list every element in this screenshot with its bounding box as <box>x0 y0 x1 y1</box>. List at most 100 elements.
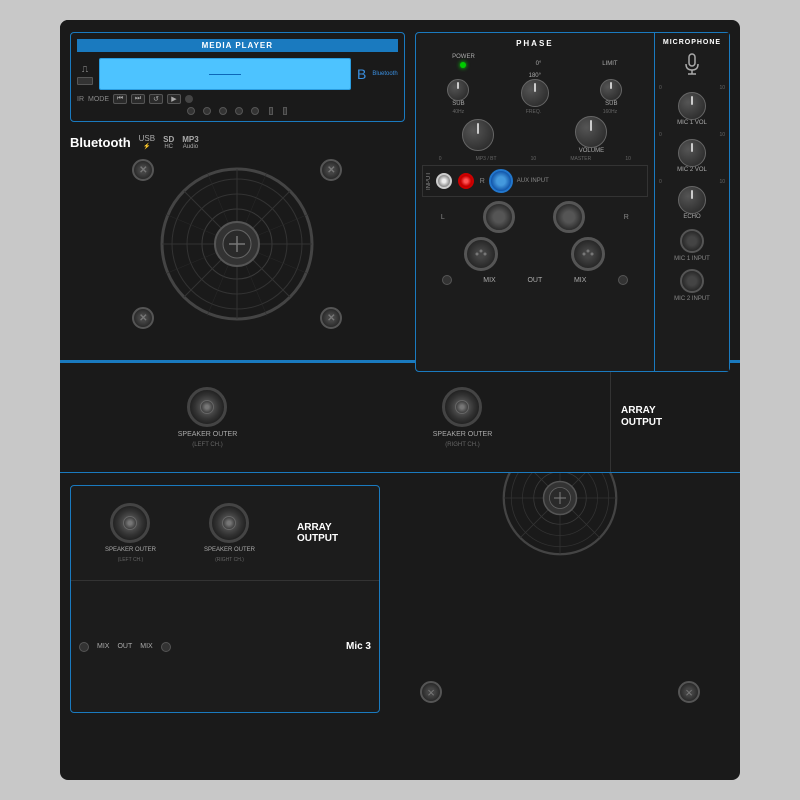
mic3-area: Mic 3 <box>346 641 371 652</box>
freq-label: FREQ. <box>526 109 541 115</box>
echo-label: ECHO <box>683 214 700 220</box>
microphone-icon-area <box>659 52 725 81</box>
lcd-display: ―――― <box>99 58 351 90</box>
bluetooth-features: Bluetooth USB ⚡ SD HC MP3 Audio <box>60 130 415 154</box>
left-panel: MEDIA PLAYER ⎍ ―――― B Bluetooth <box>60 20 415 360</box>
bottom-out-label: OUT <box>117 643 132 650</box>
play-btn[interactable]: ▶ <box>167 94 181 104</box>
speaker-outer-left-group: SPEAKER OUTER (LEFT CH.) <box>178 387 238 448</box>
bottom-mix-label2: MIX <box>140 643 152 650</box>
sub-label-right: SUB <box>605 101 617 107</box>
bottom-speaker-right: SPEAKER OUTER (RIGHT CH.) <box>204 503 255 563</box>
phase-title: PHASE <box>422 39 648 48</box>
bottom-speaker-left-label: SPEAKER OUTER <box>105 547 156 553</box>
l-jack-label: L <box>441 214 445 221</box>
xlr-right-group <box>571 237 605 271</box>
mic1-input-jack <box>680 229 704 253</box>
screw-x-icon: ✕ <box>327 165 335 176</box>
array-output-section: SPEAKER OUTER (LEFT CH.) SPEAKER OUTER (… <box>60 362 740 472</box>
mode-dot-1[interactable] <box>187 107 195 115</box>
echo-knob[interactable] <box>678 186 706 214</box>
media-player-inner: ⎍ ―――― B Bluetooth <box>77 58 398 90</box>
array-output-label: ARRAY OUTPUT <box>621 405 730 429</box>
phase180-knob[interactable] <box>521 79 549 107</box>
bottom-right-area: SPEAKER OUTER (LEFT CH.) SPEAKER OUTER (… <box>60 473 380 713</box>
bottom-screw-tl: ✕ <box>678 681 700 703</box>
sub-knob-right[interactable] <box>600 79 622 101</box>
mode-dot-5[interactable] <box>251 107 259 115</box>
speaker-outer-left-label: SPEAKER OUTER <box>178 431 238 438</box>
mode-dot-2[interactable] <box>203 107 211 115</box>
speaker-outer-left-ch: (LEFT CH.) <box>192 442 223 448</box>
bottom-array-section: SPEAKER OUTER (LEFT CH.) SPEAKER OUTER (… <box>71 486 379 581</box>
volume-knob[interactable] <box>575 116 607 148</box>
echo-knob-group: ECHO <box>659 186 725 220</box>
freq-scale-low: 40Hz <box>453 109 465 115</box>
mic3-label: Mic 3 <box>346 641 371 652</box>
mic2-vol-knob[interactable] <box>678 139 706 167</box>
vol-scale-0: 0 <box>439 156 442 162</box>
bottom-speaker-right-ch: (RIGHT CH.) <box>215 557 244 563</box>
screw-bottom-right: ✕ <box>320 307 342 329</box>
mic1-scale-0: 0 <box>659 85 662 91</box>
fan-svg <box>157 164 317 324</box>
bottom-mix-label: MIX <box>97 643 109 650</box>
mode-dot-4[interactable] <box>235 107 243 115</box>
bottom-speaker-right-label: SPEAKER OUTER <box>204 547 255 553</box>
bottom-speaker-left: SPEAKER OUTER (LEFT CH.) <box>105 503 156 563</box>
speaker-outer-right-ch: (RIGHT CH.) <box>445 442 480 448</box>
bottom-array-label: ARRAYOUTPUT <box>297 522 371 544</box>
bottom-screw-tr: ✕ <box>420 681 442 703</box>
next-btn[interactable]: ⏭ <box>131 94 145 104</box>
prev-btn[interactable]: ⏮ <box>113 94 127 104</box>
power-indicator: POWER <box>452 54 475 68</box>
bottom-right-inner: SPEAKER OUTER (LEFT CH.) SPEAKER OUTER (… <box>70 485 380 713</box>
bottom-mirror: ✕ ✕ <box>60 473 740 713</box>
mode-dot-6[interactable] <box>269 107 273 115</box>
screw-x-icon: ✕ <box>139 165 147 176</box>
bottom-speaker-jack-right <box>209 503 249 543</box>
mic1-vol-group: MIC 1 VOL <box>659 92 725 126</box>
bottom-content: SPEAKER OUTER (LEFT CH.) SPEAKER OUTER (… <box>71 486 379 712</box>
bottom-mix-section: MIX OUT MIX Mic 3 <box>71 581 379 712</box>
speaker-jack-inner-right <box>455 400 469 414</box>
echo-scale-10: 10 <box>719 179 725 185</box>
mic1-scale-10: 10 <box>719 85 725 91</box>
volume-knob-group: VOLUME <box>575 116 607 154</box>
mix-dot-left <box>442 275 452 285</box>
bottom-mix-dot-right <box>161 642 171 652</box>
vol-scale-10: 10 <box>531 156 537 162</box>
array-output-label-area: ARRAY OUTPUT <box>610 363 740 472</box>
rca-white-jack <box>436 173 452 189</box>
mode-dot-3[interactable] <box>219 107 227 115</box>
sub-knob-left[interactable] <box>447 79 469 101</box>
fan-assembly <box>157 164 317 324</box>
sub-knob-left-group: SUB <box>447 79 469 107</box>
bluetooth-label-right: Bluetooth <box>372 71 397 77</box>
bottom-speaker-jack-inner-left <box>123 516 137 530</box>
fan-svg-bottom <box>480 473 640 558</box>
zero-degree: 0° <box>536 52 542 70</box>
mic2-vol-label: MIC 2 VOL <box>677 167 707 173</box>
volume-label: VOLUME <box>579 148 604 154</box>
aux-input-label: AUX INPUT <box>517 178 549 184</box>
bottom-fan-partial <box>480 473 640 558</box>
mode-dot-7[interactable] <box>283 107 287 115</box>
out-label: OUT <box>527 277 542 284</box>
speaker-outer-left-jack <box>187 387 227 427</box>
repeat-btn[interactable]: ↺ <box>149 94 163 104</box>
freq-knob[interactable] <box>462 119 494 151</box>
freq-knob-group <box>462 119 494 151</box>
mic2-input-group: MIC 2 INPUT <box>659 266 725 302</box>
microphone-section: MICROPHONE 0 10 <box>654 33 729 371</box>
phase180-knob-group: 180° <box>521 73 549 107</box>
ir-label: IR <box>77 96 84 103</box>
bottom-left-area: ✕ ✕ <box>380 473 740 713</box>
echo-scale-0: 0 <box>659 179 662 185</box>
mix-dot-right <box>618 275 628 285</box>
mic1-vol-knob[interactable] <box>678 92 706 120</box>
bottom-speaker-jack-left <box>110 503 150 543</box>
bluetooth-logo: B <box>357 66 366 82</box>
sub-knob-right-group: SUB <box>600 79 622 107</box>
xlr-right-jack <box>571 237 605 271</box>
